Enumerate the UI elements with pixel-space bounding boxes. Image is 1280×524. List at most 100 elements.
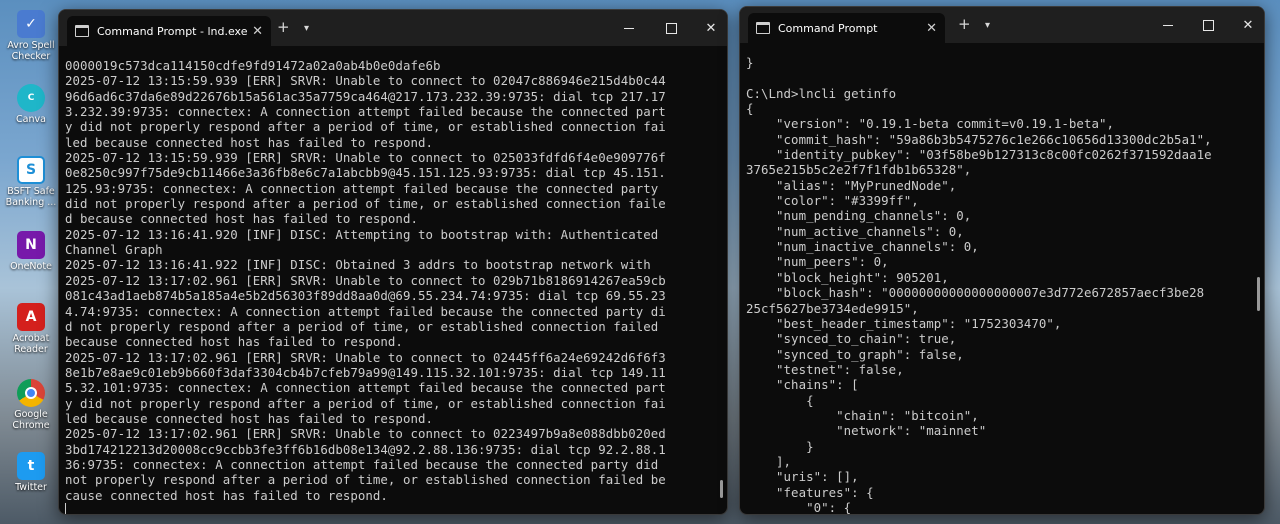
desktop-icon-avro-spell-checker[interactable]: ✓ Avro Spell Checker — [2, 10, 60, 62]
minimize-button[interactable] — [1156, 13, 1180, 37]
console-line: 8e1b7e8ae9c01eb9b660f3daf3304cb4b7cfeb79… — [65, 364, 666, 380]
close-button[interactable]: ✕ — [1236, 13, 1260, 37]
console-line: 25cf5627be3734ede9915", — [746, 300, 919, 316]
chevron-down-icon[interactable]: ▾ — [304, 23, 309, 34]
console-line: Channel Graph — [65, 242, 163, 258]
console-line: } — [746, 438, 814, 454]
terminal-icon — [756, 22, 770, 34]
console-line: led because connected host has failed to… — [65, 134, 433, 150]
console-line: "testnet": false, — [746, 361, 904, 377]
console-line: "chains": [ — [746, 377, 859, 393]
desktop-icon-canva[interactable]: C Canva — [2, 84, 60, 125]
console-line: "block_height": 905201, — [746, 269, 949, 285]
console-line: 96d6ad6c37da6e89d22676b15a561ac35a7759ca… — [65, 88, 666, 104]
console-line: 2025-07-12 13:16:41.920 [INF] DISC: Atte… — [65, 226, 659, 242]
console-line: "num_pending_channels": 0, — [746, 208, 972, 224]
desktop-icon-twitter[interactable]: t Twitter — [2, 452, 60, 493]
console-line: 081c43ad1aeb874b5a185a4e5b2d56303f89dd8a… — [65, 288, 666, 304]
console-line: 36:9735: connectex: A connection attempt… — [65, 456, 659, 472]
console-line: ], — [746, 453, 792, 469]
desktop-icon-label: Acrobat Reader — [12, 333, 50, 355]
console-line: 0e8250c997f75de9cb11466e3a36fb8e6c7a1abc… — [65, 165, 666, 181]
tab-bar: Command Prompt ✕ + ▾ ✕ — [740, 7, 1264, 43]
console-line: "synced_to_graph": false, — [746, 346, 964, 362]
console-line: 2025-07-12 13:17:02.961 [ERR] SRVR: Unab… — [65, 272, 666, 288]
console-line: because connected host has failed to res… — [65, 334, 403, 350]
desktop-icon-acrobat[interactable]: A Acrobat Reader — [2, 303, 60, 355]
console-line: 2025-07-12 13:17:02.961 [ERR] SRVR: Unab… — [65, 349, 666, 365]
console-line: 4.74:9735: connectex: A connection attem… — [65, 303, 666, 319]
desktop-icon-label: Google Chrome — [12, 409, 50, 431]
desktop-icon-onenote[interactable]: N OneNote — [2, 231, 60, 272]
console-line: 2025-07-12 13:15:59.939 [ERR] SRVR: Unab… — [65, 150, 666, 166]
console-output[interactable]: 0000019c573dca114150cdfe9fd91472a02a0ab4… — [59, 46, 727, 514]
console-line: { — [746, 101, 754, 117]
console-line: 2025-07-12 13:16:41.922 [INF] DISC: Obta… — [65, 257, 651, 273]
minimize-button[interactable] — [617, 16, 641, 40]
console-line: y did not properly respond after a perio… — [65, 119, 666, 135]
console-text: } C:\Lnd>lncli getinfo { "version": "0.1… — [746, 55, 1258, 515]
console-line: "0": { — [746, 499, 852, 515]
tab-title: Command Prompt - lnd.exe — [97, 24, 248, 38]
console-line: did not properly respond after a period … — [65, 196, 666, 212]
console-line: 5.32.101:9735: connectex: A connection a… — [65, 380, 666, 396]
console-line: "num_peers": 0, — [746, 254, 889, 270]
console-text: 0000019c573dca114150cdfe9fd91472a02a0ab4… — [65, 58, 721, 514]
canva-icon: C — [17, 84, 45, 112]
close-button[interactable]: ✕ — [699, 16, 723, 40]
lncli-command-prompt-window[interactable]: Command Prompt ✕ + ▾ ✕ } C:\Lnd>lncli ge… — [739, 6, 1265, 515]
maximize-button[interactable] — [659, 16, 683, 40]
desktop-icon-label: OneNote — [10, 261, 52, 272]
chrome-icon — [17, 379, 45, 407]
console-line: } — [746, 55, 754, 70]
avro-spell-checker-icon: ✓ — [17, 10, 45, 38]
console-line: C:\Lnd>lncli getinfo — [746, 85, 897, 101]
tab-close-icon[interactable]: ✕ — [926, 21, 937, 36]
console-line: d not properly respond after a period of… — [65, 318, 659, 334]
console-line: y did not properly respond after a perio… — [65, 395, 666, 411]
console-line: cause connected host has failed to respo… — [65, 487, 388, 503]
new-tab-button[interactable]: + — [277, 18, 290, 36]
console-line: 3.232.39:9735: connectex: A connection a… — [65, 104, 666, 120]
desktop-icon-chrome[interactable]: Google Chrome — [2, 379, 60, 431]
onenote-icon: N — [17, 231, 45, 259]
tab-bar: Command Prompt - lnd.exe ✕ + ▾ ✕ — [59, 10, 727, 46]
console-line: 0000019c573dca114150cdfe9fd91472a02a0ab4… — [65, 58, 441, 73]
desktop-icon-label: Twitter — [15, 482, 47, 493]
maximize-button[interactable] — [1196, 13, 1220, 37]
console-line: "block_hash": "00000000000000000007e3d77… — [746, 285, 1205, 301]
console-line: "chain": "bitcoin", — [746, 407, 979, 423]
console-line: 2025-07-12 13:15:59.939 [ERR] SRVR: Unab… — [65, 73, 666, 89]
scrollbar-thumb[interactable] — [1257, 277, 1260, 311]
console-line: 3bd174212213d20008cc9ccbb3fe3ff6b16db08e… — [65, 441, 666, 457]
console-line: 125.93:9735: connectex: A connection att… — [65, 180, 659, 196]
console-line: 2025-07-12 13:17:02.961 [ERR] SRVR: Unab… — [65, 426, 666, 442]
tab-lnd[interactable]: Command Prompt - lnd.exe ✕ — [67, 16, 271, 46]
console-line: { — [746, 392, 814, 408]
console-line: "network": "mainnet" — [746, 423, 987, 439]
console-line: "synced_to_chain": true, — [746, 331, 957, 347]
console-line: "commit_hash": "59a86b3b5475276c1e266c10… — [746, 131, 1212, 147]
console-line: 3765e215b5c2e2f7f1fdb1b65328", — [746, 162, 972, 178]
console-line: "color": "#3399ff", — [746, 193, 919, 209]
desktop-icon-safe-banking[interactable]: S BSFT Safe Banking ... — [2, 156, 60, 208]
lnd-command-prompt-window[interactable]: Command Prompt - lnd.exe ✕ + ▾ ✕ 0000019… — [58, 9, 728, 515]
text-cursor — [65, 502, 66, 514]
tab-close-icon[interactable]: ✕ — [252, 24, 263, 39]
new-tab-button[interactable]: + — [958, 15, 971, 33]
console-line: "best_header_timestamp": "1752303470", — [746, 315, 1062, 331]
console-line: "features": { — [746, 484, 874, 500]
console-output[interactable]: } C:\Lnd>lncli getinfo { "version": "0.1… — [740, 43, 1264, 514]
desktop-icon-label: Canva — [16, 114, 46, 125]
safe-banking-icon: S — [17, 156, 45, 184]
console-line: "version": "0.19.1-beta commit=v0.19.1-b… — [746, 116, 1114, 132]
scrollbar-thumb[interactable] — [720, 480, 723, 498]
desktop-icon-label: BSFT Safe Banking ... — [5, 186, 57, 208]
tab-title: Command Prompt — [778, 21, 878, 35]
tab-command-prompt[interactable]: Command Prompt ✕ — [748, 13, 945, 43]
desktop-icon-label: Avro Spell Checker — [7, 40, 55, 62]
console-line: "num_active_channels": 0, — [746, 223, 964, 239]
console-line: "num_inactive_channels": 0, — [746, 239, 979, 255]
terminal-icon — [75, 25, 89, 37]
chevron-down-icon[interactable]: ▾ — [985, 20, 990, 31]
